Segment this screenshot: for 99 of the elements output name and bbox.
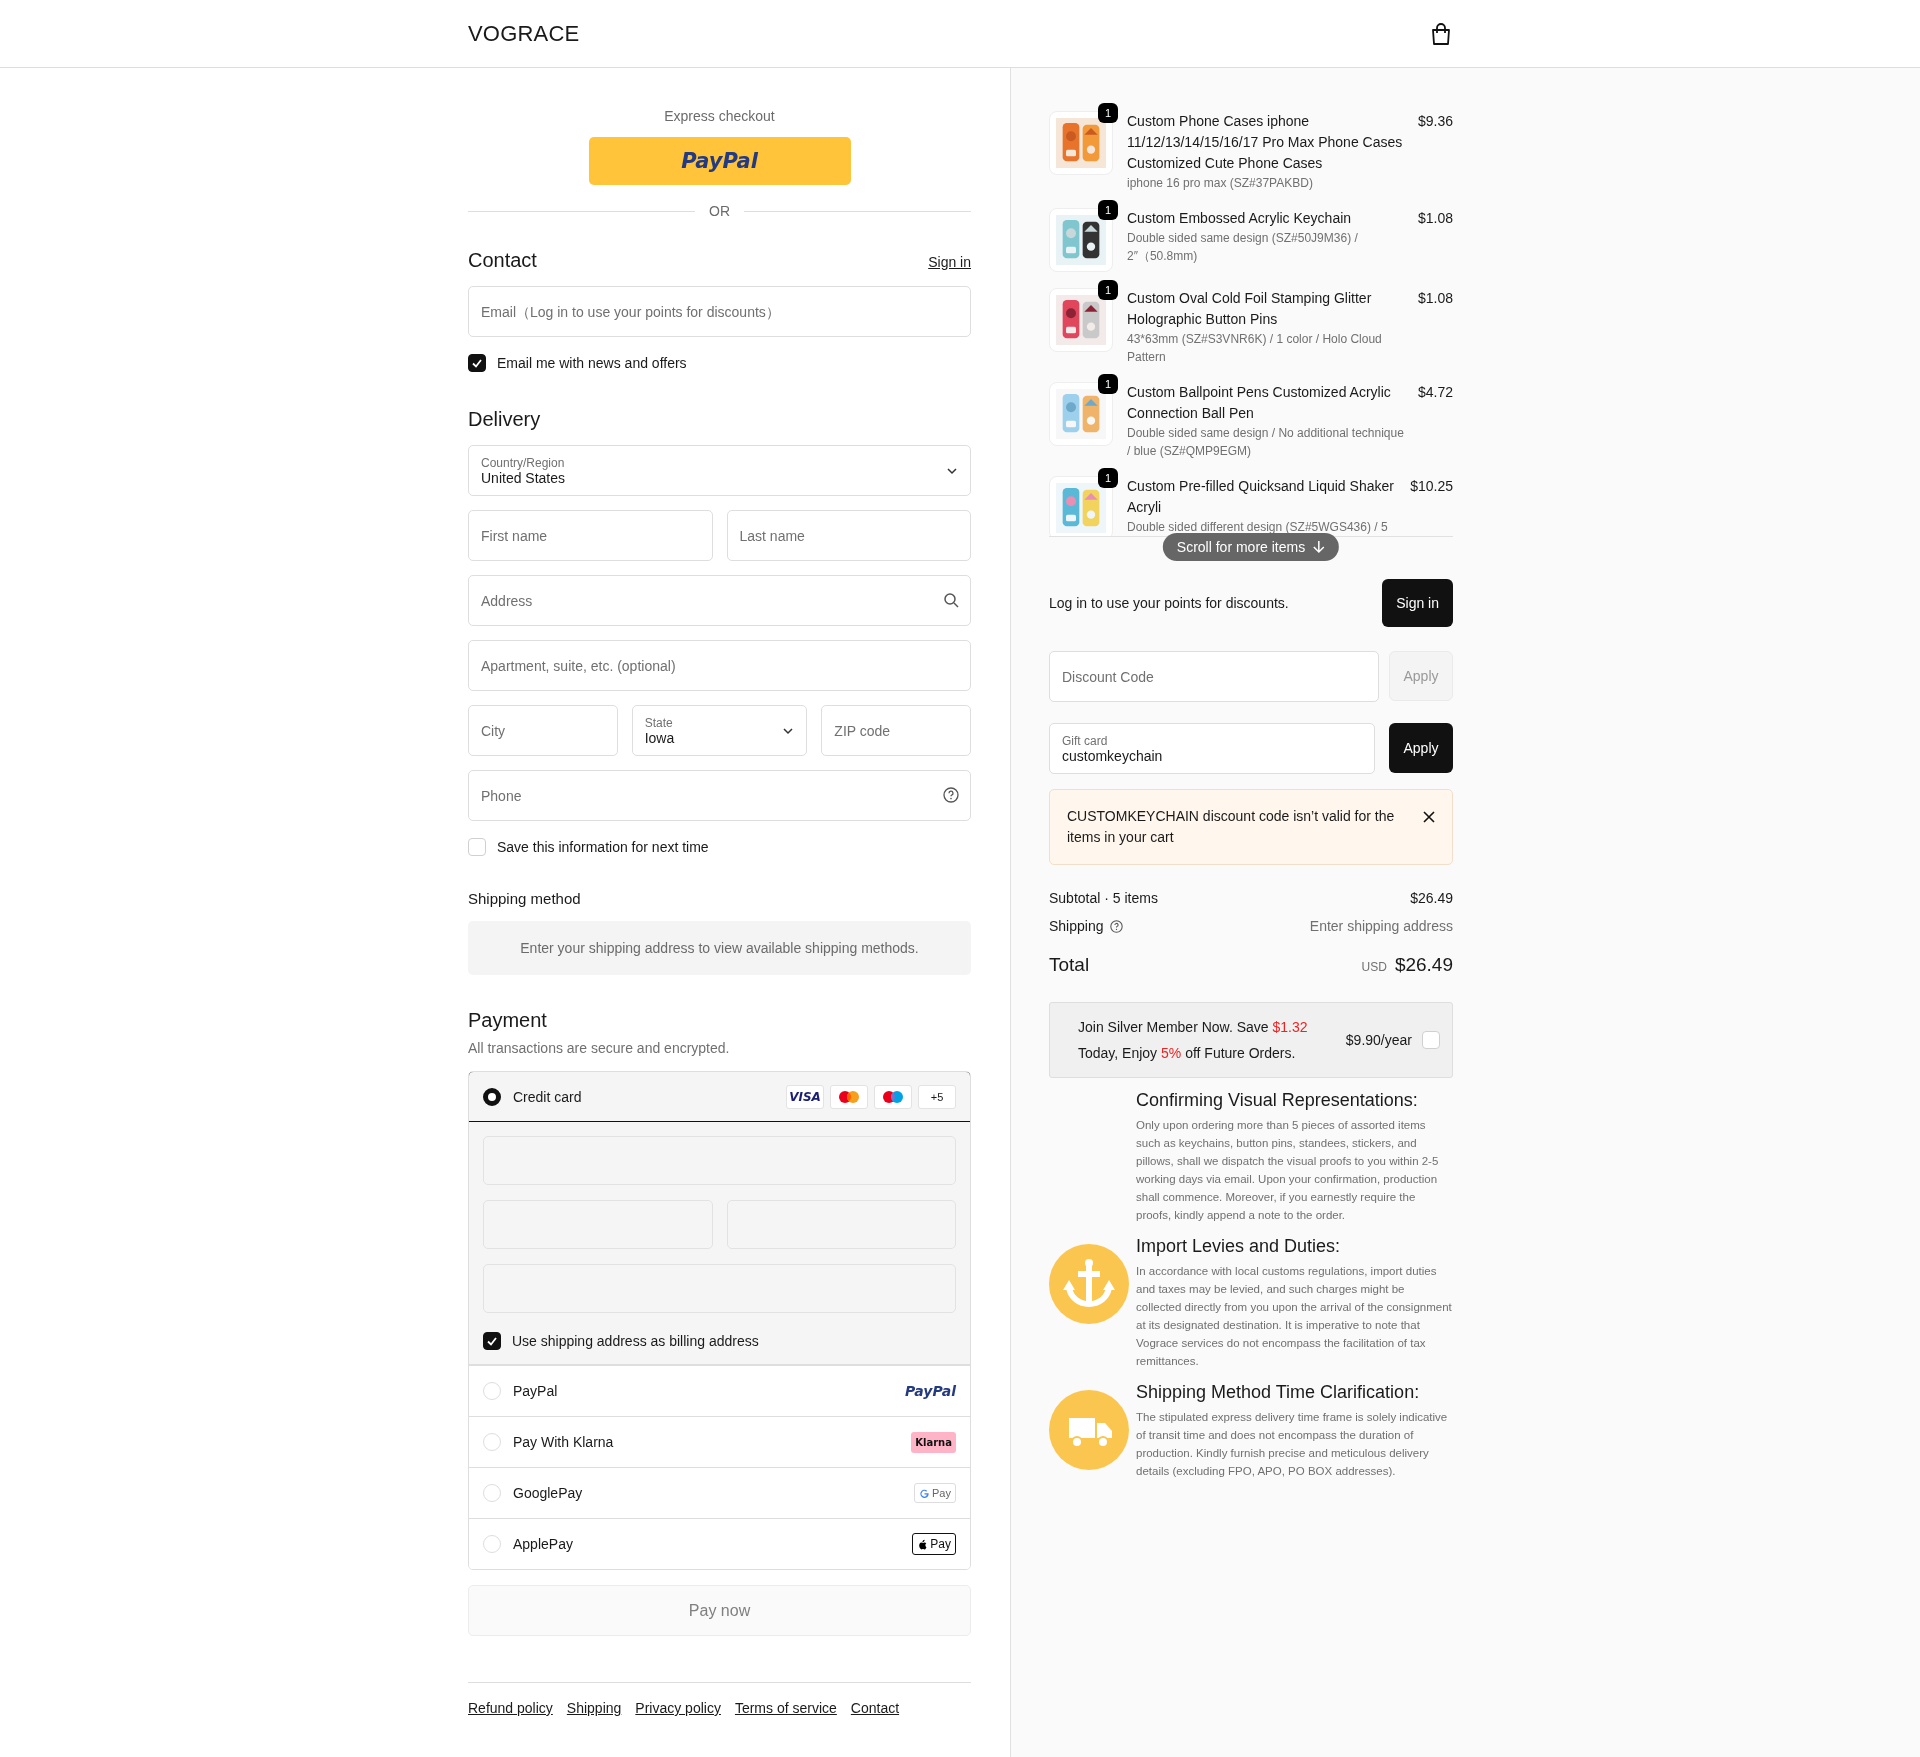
section-label: Express checkout — [663, 108, 776, 124]
help-icon[interactable] — [943, 787, 959, 803]
footer-link[interactable]: Shipping — [566, 1700, 622, 1716]
dropdown[interactable]: State Iowa — [631, 705, 808, 756]
option-label: Pay With Klarna — [513, 1434, 615, 1450]
checkbox-label: Save this information for next time — [497, 839, 709, 855]
info-title: Import Levies and Duties: — [1136, 1236, 1342, 1257]
two-circles-logo — [830, 1084, 868, 1109]
info-text: Only upon ordering more than 5 pieces of assorted items such as keychains, button pins, standees, stickers, and pillows, shall we dispatch the visual proofs to you within 2-5 working days via email. Upon your confirmation, production shall commence. Moreover, if you earnestly require the proofs, kindly append a note to the order. — [1136, 1118, 1440, 1223]
subtotal-label: Subtotal · 5 items — [1049, 890, 1158, 906]
quantity-badge: 1 — [1098, 200, 1118, 220]
close-icon[interactable] — [1423, 811, 1435, 823]
info-message: Enter your shipping address to view available shipping methods. — [468, 921, 971, 975]
sign-in-link[interactable]: Sign in — [928, 254, 971, 270]
product-title: Custom Oval Cold Foil Stamping Glitter Holographic Button Pins — [1127, 289, 1373, 329]
input-field[interactable]: First name — [468, 510, 713, 561]
shipping-label: Shipping — [1049, 918, 1104, 934]
divider-label: OR — [709, 203, 730, 219]
google-pay-logo: Pay — [914, 1483, 956, 1503]
section-title: Delivery — [468, 408, 541, 431]
section-title: Contact — [468, 249, 537, 272]
product-price: $9.36 — [1417, 112, 1453, 131]
input-field[interactable]: City — [468, 705, 618, 756]
bag-icon[interactable] — [1430, 21, 1452, 46]
more-cards-badge: +5 — [918, 1084, 956, 1109]
checkbox[interactable] — [468, 354, 486, 372]
anchor-icon — [1049, 1244, 1129, 1324]
help-icon[interactable] — [1109, 919, 1123, 933]
input-field[interactable]: Email（Log in to use your points for discounts） — [468, 286, 971, 337]
dropdown[interactable]: Country/Region United States — [468, 445, 971, 496]
product-price: $10.25 — [1410, 477, 1453, 496]
paypal-button[interactable]: PayPal — [588, 137, 851, 185]
product-title: Custom Phone Cases iphone 11/12/13/14/15/16/17 Pro Max Phone Cases Customized Cute Phone Cases — [1127, 112, 1404, 173]
search-icon[interactable] — [943, 592, 959, 608]
product-variant: 43*63mm (SZ#S3VNR6K) / 1 color / Holo Cloud Pattern — [1127, 331, 1383, 366]
logo[interactable]: VOGRACE — [468, 20, 580, 47]
footer-link[interactable]: Privacy policy — [635, 1700, 721, 1716]
paypal-logo: PayPal — [904, 1383, 956, 1399]
input-field[interactable]: ZIP code — [821, 705, 971, 756]
payment-option[interactable]: ApplePay Pay — [469, 1518, 970, 1569]
total-label: Total — [1049, 954, 1090, 976]
visa-logo: VISA — [786, 1084, 824, 1109]
product-variant: Double sided different design (SZ#5WGS436) / 5 — [1127, 519, 1389, 536]
info-text: In accordance with local customs regulations, import duties and taxes may be levied, and such charges might be collected directly from you upon the arrival of the consignment at its designated destination. It is imperative to note that Vograce services do not encompass the facilitation of tax remittances. — [1136, 1264, 1453, 1369]
input-field[interactable]: Last name — [726, 510, 971, 561]
input-field[interactable]: Address — [468, 575, 971, 626]
scroll-hint-label: Scroll for more items — [1176, 539, 1306, 555]
info-text: The stipulated express delivery time frame is solely indicative of transit time and does not encompass the duration of production. Kindly furnish precise and meticulous delivery details (excluding FPO, APO, PO BOX addresses). — [1136, 1410, 1449, 1479]
membership-text: Join Silver Member Now. Save $1.32 Today, Enjoy 5% off Future Orders. — [1078, 1018, 1309, 1063]
info-title: Confirming Visual Representations: — [1136, 1090, 1419, 1111]
apple-pay-logo: Pay — [912, 1533, 956, 1555]
section-subtitle: All transactions are secure and encrypted. — [468, 1040, 731, 1056]
membership-price: $9.90/year — [1345, 1032, 1412, 1048]
login-prompt: Log in to use your points for discounts. — [1049, 595, 1289, 611]
currency-code: USD — [1361, 960, 1387, 974]
footer-link[interactable]: Contact — [850, 1700, 900, 1716]
input-field[interactable]: Gift card customkeychain — [1049, 723, 1375, 774]
footer-link[interactable]: Refund policy — [468, 1700, 553, 1716]
checkbox-label: Email me with news and offers — [497, 355, 687, 371]
input-field[interactable]: Apartment, suite, etc. (optional) — [468, 640, 971, 691]
section-title: Payment — [468, 1009, 548, 1032]
apply-button[interactable]: Apply — [1389, 723, 1453, 773]
product-price: $4.72 — [1417, 383, 1453, 402]
arrow-down-icon — [1313, 540, 1326, 554]
product-variant: Double sided same design / No additional technique / blue (SZ#QMP9EGM) — [1127, 425, 1404, 460]
scroll-hint[interactable]: Scroll for more items — [1162, 533, 1340, 561]
payment-option[interactable]: Credit card VISA +5 — [469, 1072, 970, 1122]
option-label: ApplePay — [513, 1536, 574, 1552]
footer-link[interactable]: Terms of service — [734, 1700, 837, 1716]
radio-button[interactable] — [483, 1087, 501, 1106]
subtotal-value: $26.49 — [1410, 890, 1453, 906]
two-circles-logo — [874, 1084, 912, 1109]
option-label: GooglePay — [513, 1485, 584, 1501]
section-title: Shipping method — [468, 890, 582, 907]
quantity-badge: 1 — [1098, 280, 1118, 300]
option-label: PayPal — [513, 1383, 559, 1399]
check-icon — [471, 357, 483, 369]
option-label: Credit card — [513, 1088, 583, 1105]
product-price: $1.08 — [1417, 209, 1453, 228]
check-icon — [486, 1335, 498, 1347]
checkbox[interactable] — [483, 1332, 501, 1350]
product-variant: iphone 16 pro max (SZ#37PAKBD) — [1127, 175, 1314, 192]
product-title: Custom Pre-filled Quicksand Liquid Shaker Acryli — [1127, 477, 1395, 517]
product-price: $1.08 — [1417, 289, 1453, 308]
quantity-badge: 1 — [1098, 374, 1118, 394]
product-title: Custom Embossed Acrylic Keychain — [1127, 209, 1353, 228]
quantity-badge: 1 — [1098, 103, 1118, 123]
error-message: CUSTOMKEYCHAIN discount code isn’t valid for the items in your cart — [1067, 807, 1396, 847]
checkbox-label: Use shipping address as billing address — [512, 1333, 759, 1349]
product-title: Custom Ballpoint Pens Customized Acrylic Connection Ball Pen — [1127, 383, 1392, 423]
shipping-value: Enter shipping address — [1309, 918, 1453, 934]
info-title: Shipping Method Time Clarification: — [1136, 1382, 1421, 1403]
sign-in-button[interactable]: Sign in — [1382, 579, 1453, 627]
input-field[interactable]: Phone — [468, 770, 971, 821]
quantity-badge: 1 — [1098, 468, 1118, 488]
truck-icon — [1049, 1390, 1129, 1470]
klarna-logo: Klarna — [911, 1431, 956, 1453]
product-variant: Double sided same design (SZ#50J9M36) / 2″（50.8mm) — [1127, 230, 1359, 265]
total-value: $26.49 — [1394, 954, 1453, 976]
